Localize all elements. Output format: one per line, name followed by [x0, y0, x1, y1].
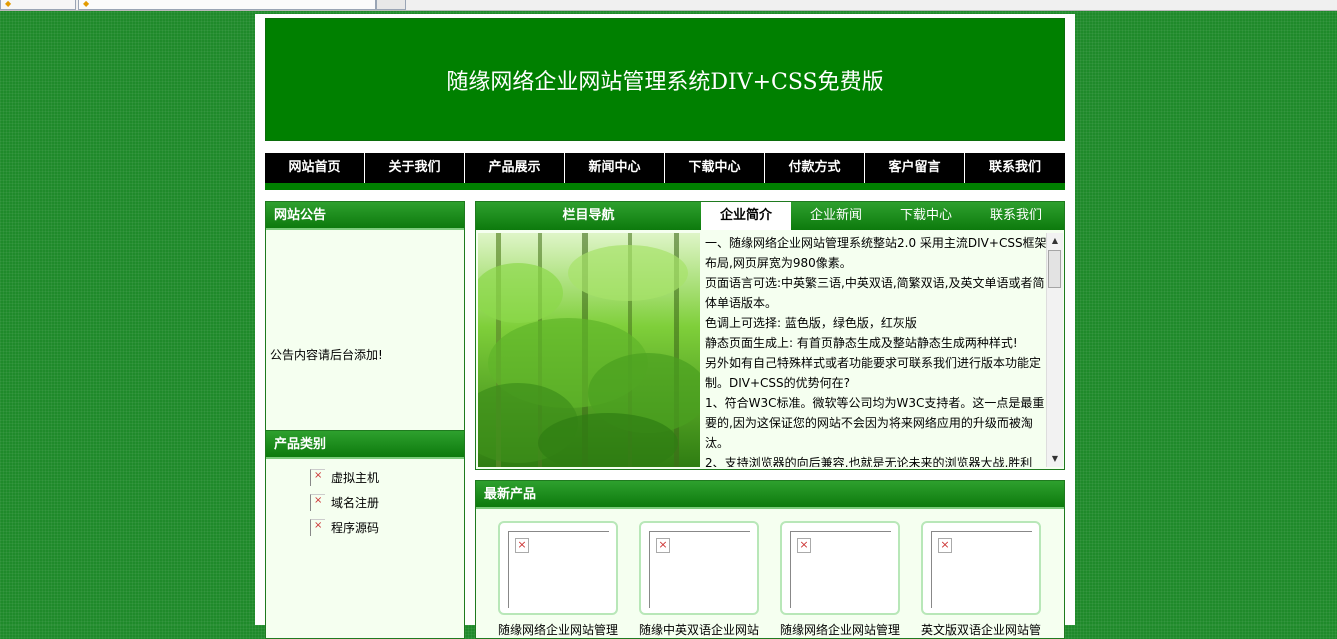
product-name[interactable]: 随缘网络企业网站管理	[498, 621, 622, 638]
browser-tab-active[interactable]: ◆	[78, 0, 376, 10]
tab-download[interactable]: 下载中心	[881, 202, 971, 230]
browser-tab-strip: ◆ ◆	[0, 0, 1337, 11]
nav-item-download[interactable]: 下载中心	[665, 153, 765, 183]
notice-panel: 网站公告 公告内容请后台添加!	[265, 201, 465, 431]
nav-underline	[265, 183, 1065, 190]
product-name[interactable]: 随缘网络企业网站管理	[780, 621, 904, 638]
bamboo-forest-image	[478, 233, 700, 467]
product-card[interactable]: 随缘网络企业网站管理	[498, 521, 618, 637]
category-item[interactable]: 程序源码	[310, 515, 464, 540]
nav-item-contact[interactable]: 联系我们	[965, 153, 1065, 183]
category-label[interactable]: 程序源码	[331, 519, 379, 536]
category-item[interactable]: 域名注册	[310, 490, 464, 515]
scroll-up-arrow-icon[interactable]: ▲	[1047, 233, 1063, 249]
broken-image-icon	[310, 494, 325, 511]
nav-item-payment[interactable]: 付款方式	[765, 153, 865, 183]
intro-paragraph: 页面语言可选:中英繁三语,中英双语,简繁双语,及英文单语或者简体单语版本。	[705, 276, 1045, 310]
site-banner: 随缘网络企业网站管理系统DIV+CSS免费版	[265, 18, 1065, 141]
intro-panel: 栏目导航 企业简介 企业新闻 下载中心 联系我们 一、随缘网络企业网站管理系统整…	[475, 201, 1065, 470]
browser-tab[interactable]: ◆	[0, 0, 76, 10]
banner-title: 随缘网络企业网站管理系统DIV+CSS免费版	[446, 69, 884, 95]
intro-paragraph: 另外如有自己特殊样式或者功能要求可联系我们进行版本功能定制。DIV+CSS的优势…	[705, 356, 1042, 390]
category-label[interactable]: 虚拟主机	[331, 469, 379, 486]
scroll-down-arrow-icon[interactable]: ▼	[1047, 451, 1063, 467]
product-card[interactable]: 随缘中英双语企业网站	[639, 521, 759, 637]
category-panel: 产品类别 虚拟主机 域名注册 程序源码	[265, 431, 465, 639]
intro-tab-bar: 栏目导航 企业简介 企业新闻 下载中心 联系我们	[476, 202, 1064, 230]
product-name[interactable]: 英文版双语企业网站管	[921, 621, 1045, 638]
intro-paragraph: 1、符合W3C标准。微软等公司均为W3C支持者。这一点是最重要的,因为这保证您的…	[705, 396, 1045, 450]
product-card[interactable]: 英文版双语企业网站管	[921, 521, 1041, 637]
intro-paragraph: 静态页面生成上: 有首页静态生成及整站静态生成两种样式!	[705, 336, 1018, 350]
product-card[interactable]: 随缘网络企业网站管理	[780, 521, 900, 637]
products-title: 最新产品	[476, 481, 1064, 509]
category-title: 产品类别	[266, 431, 464, 459]
latest-products-panel: 最新产品 随缘网络企业网站管理 随缘中英双语企业网站 随缘网络企业网站管理 英文…	[475, 480, 1065, 639]
nav-item-guestbook[interactable]: 客户留言	[865, 153, 965, 183]
main-nav: 网站首页 关于我们 产品展示 新闻中心 下载中心 付款方式 客户留言 联系我们	[265, 153, 1065, 183]
notice-title: 网站公告	[266, 202, 464, 230]
notice-text: 公告内容请后台添加!	[270, 348, 383, 362]
category-label[interactable]: 域名注册	[331, 494, 379, 511]
broken-image-icon	[931, 531, 1032, 608]
intro-scrollbar[interactable]: ▲ ▼	[1046, 233, 1063, 467]
nav-item-home[interactable]: 网站首页	[265, 153, 365, 183]
page-icon: ◆	[83, 0, 90, 8]
scrollbar-thumb[interactable]	[1048, 250, 1061, 288]
tab-company-intro[interactable]: 企业简介	[701, 202, 791, 230]
nav-item-about[interactable]: 关于我们	[365, 153, 465, 183]
broken-image-icon	[310, 469, 325, 486]
broken-image-icon	[310, 519, 325, 536]
page-icon: ◆	[5, 0, 12, 8]
tab-company-news[interactable]: 企业新闻	[791, 202, 881, 230]
nav-item-news[interactable]: 新闻中心	[565, 153, 665, 183]
section-nav-title: 栏目导航	[562, 208, 615, 223]
category-item[interactable]: 虚拟主机	[310, 465, 464, 490]
category-list: 虚拟主机 域名注册 程序源码	[310, 465, 464, 540]
nav-item-products[interactable]: 产品展示	[465, 153, 565, 183]
intro-paragraph: 色调上可选择: 蓝色版，绿色版，红灰版	[705, 316, 917, 330]
page-container: 随缘网络企业网站管理系统DIV+CSS免费版 网站首页 关于我们 产品展示 新闻…	[255, 14, 1075, 639]
intro-content: 一、随缘网络企业网站管理系统整站2.0 采用主流DIV+CSS框架布局,网页屏宽…	[705, 233, 1047, 467]
product-name[interactable]: 随缘中英双语企业网站	[639, 621, 763, 638]
broken-image-icon	[649, 531, 750, 608]
bamboo-photo	[478, 233, 700, 467]
intro-paragraph: 一、随缘网络企业网站管理系统整站2.0 采用主流DIV+CSS框架布局,网页屏宽…	[705, 236, 1047, 270]
tab-contact[interactable]: 联系我们	[971, 202, 1061, 230]
intro-paragraph: 2、支持浏览器的向后兼容,也就是无论未来的浏览器大战,胜利	[705, 456, 1033, 467]
broken-image-icon	[508, 531, 609, 608]
broken-image-icon	[790, 531, 891, 608]
new-tab-button[interactable]	[376, 0, 406, 10]
